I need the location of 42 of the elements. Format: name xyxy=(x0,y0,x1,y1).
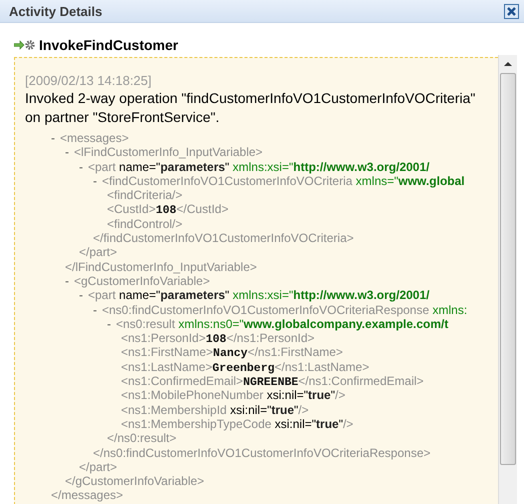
collapse-toggle[interactable]: - xyxy=(79,288,83,303)
scrollbar[interactable] xyxy=(498,55,517,504)
collapse-toggle[interactable]: - xyxy=(79,160,83,174)
xml-line: <part name="parameters" xmlns:xsi="http://www.w3.org/2001/ xyxy=(88,288,430,303)
collapse-toggle[interactable]: - xyxy=(65,145,69,160)
xml-line: </lFindCustomerInfo_InputVariable> xyxy=(65,260,257,274)
xml-line: <lFindCustomerInfo_InputVariable> xyxy=(74,145,263,160)
xml-line: <ns1:MembershipTypeCode xsi:nil="true"/> xyxy=(121,416,354,432)
xml-line: </messages> xyxy=(51,488,124,503)
xml-line: <ns0:findCustomerInfoVO1CustomerInfoVOCriteriaResponse xmlns: xyxy=(102,302,468,317)
xml-line: </ns0:result> xyxy=(107,431,176,446)
xml-line: <ns1:ConfirmedEmail>NGREENBE</ns1:ConfirmedEmail> xyxy=(121,374,424,390)
xml-line: <ns1:MembershipId xsi:nil="true"/> xyxy=(121,402,309,417)
xml-line: <gCustomerInfoVariable> xyxy=(74,274,210,288)
xml-line: </part> xyxy=(79,245,118,260)
xml-line: </gCustomerInfoVariable> xyxy=(65,474,204,488)
collapse-toggle[interactable]: - xyxy=(107,316,111,332)
window-title: Activity Details xyxy=(9,4,102,18)
collapse-toggle[interactable]: - xyxy=(93,174,97,188)
xml-line: <findControl/> xyxy=(107,216,182,232)
xml-line: <findCriteria/> xyxy=(107,188,182,202)
xml-line: <ns1:MobilePhoneNumber xsi:nil="true"/> xyxy=(121,388,346,403)
collapse-toggle[interactable]: - xyxy=(93,302,97,317)
xml-line: <part name="parameters" xmlns:xsi="http://www.w3.org/2001/ xyxy=(88,160,430,174)
xml-line: <ns1:FirstName>Nancy</ns1:FirstName> xyxy=(121,345,343,362)
xml-line: <findCustomerInfoVO1CustomerInfoVOCriteria xmlns="www.global xyxy=(102,174,465,188)
timestamp: [2009/02/13 14:18:25] xyxy=(25,72,153,89)
scrollbar-thumb[interactable] xyxy=(500,73,516,465)
close-icon[interactable] xyxy=(504,4,519,18)
arrow-gear-icon xyxy=(14,39,36,51)
xml-line: </part> xyxy=(79,460,118,474)
collapse-toggle[interactable]: - xyxy=(65,274,69,288)
xml-line: </findCustomerInfoVO1CustomerInfoVOCriteria> xyxy=(93,231,354,246)
xml-line: <ns1:LastName>Greenberg</ns1:LastName> xyxy=(121,360,370,376)
xml-line: <ns0:result xmlns:ns0="www.globalcompany.example.com/t xyxy=(116,316,448,332)
activity-name: InvokeFindCustomer xyxy=(39,37,178,53)
activity-message: Invoked 2-way operation "findCustomerInfoVO1CustomerInfoVOCriteria" on partner "StoreFrontService". xyxy=(25,89,476,127)
collapse-toggle[interactable]: - xyxy=(51,131,55,146)
xml-line: <CustId>108</CustId> xyxy=(107,202,228,219)
xml-line: </ns0:findCustomerInfoVO1CustomerInfoVOCriteriaResponse> xyxy=(93,446,430,460)
xml-line: <messages> xyxy=(60,131,129,146)
xml-line: <ns1:PersonId>108</ns1:PersonId> xyxy=(121,331,315,347)
